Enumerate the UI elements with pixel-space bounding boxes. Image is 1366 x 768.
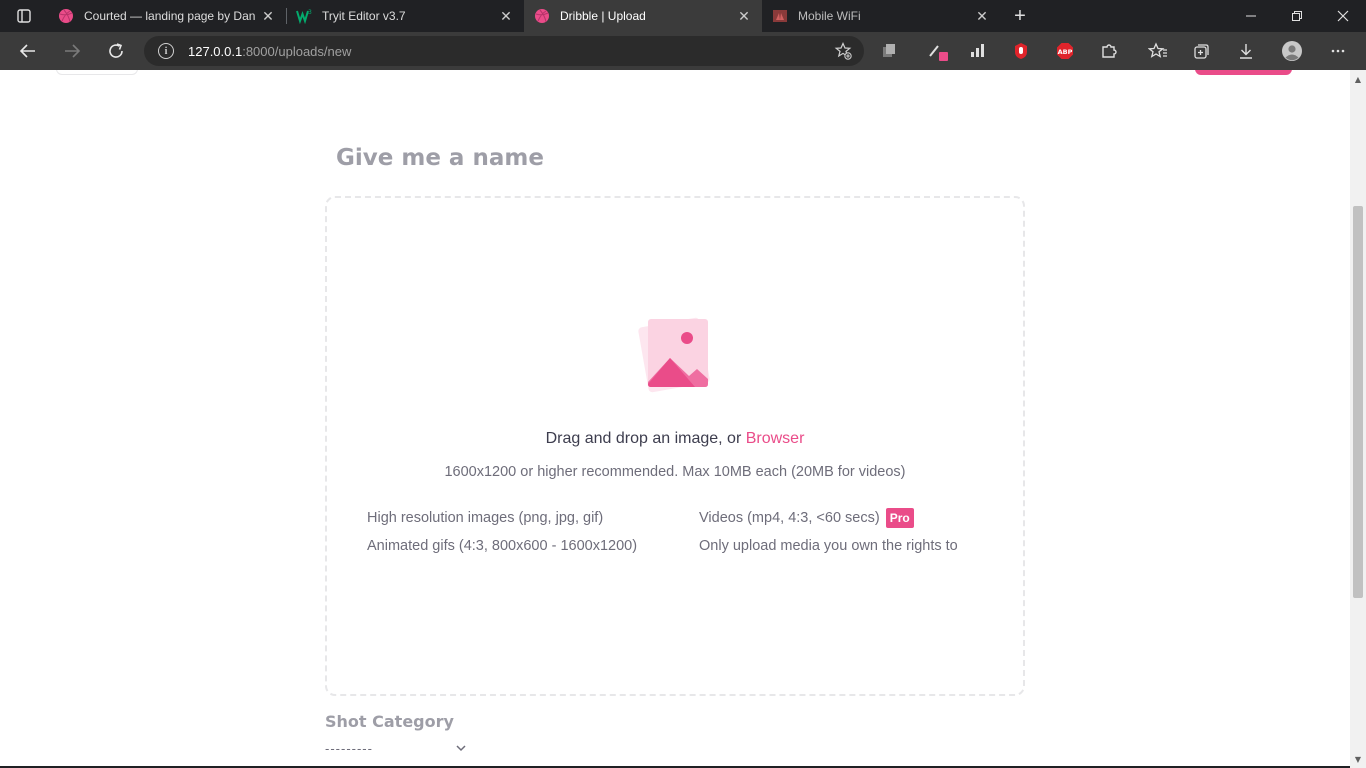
adblock-plus-icon[interactable]: ABP [1050, 32, 1080, 70]
chevron-down-icon [456, 745, 466, 752]
close-icon[interactable]: ✕ [974, 8, 990, 24]
close-icon[interactable]: ✕ [498, 8, 514, 24]
collections-extension-icon[interactable] [874, 32, 904, 70]
shot-category-label: Shot Category [325, 712, 454, 731]
requirement-item: High resolution images (png, jpg, gif) [367, 510, 604, 526]
downloads-icon[interactable] [1231, 32, 1261, 70]
collections-icon[interactable] [1187, 32, 1217, 70]
minimize-icon [1246, 15, 1256, 17]
add-favorite-icon[interactable] [834, 42, 852, 64]
scroll-up-arrow-icon[interactable]: ▲ [1350, 72, 1366, 86]
tab-title: Tryit Editor v3.7 [322, 9, 406, 23]
browser-tab-tryit[interactable]: 3 Tryit Editor v3.7 ✕ [286, 0, 524, 32]
shot-category-select[interactable]: --------- [325, 738, 467, 758]
more-options-icon[interactable] [1323, 32, 1353, 70]
huawei-icon [772, 8, 788, 24]
back-button[interactable] [6, 32, 50, 70]
browser-tab-upload[interactable]: Dribble | Upload ✕ [524, 0, 762, 32]
header-continue-button[interactable] [1195, 70, 1292, 75]
dropzone-text: Drag and drop an image, or [545, 430, 746, 447]
restore-button[interactable] [1274, 0, 1320, 32]
w3schools-icon: 3 [296, 8, 312, 24]
dropzone-recommendation: 1600x1200 or higher recommended. Max 10M… [444, 464, 906, 480]
minimize-button[interactable] [1228, 0, 1274, 32]
signal-extension-icon[interactable] [962, 32, 992, 70]
url-text: 127.0.0.1:8000/uploads/new [188, 44, 351, 59]
shot-category-value: --------- [325, 740, 373, 756]
close-window-button[interactable] [1320, 0, 1366, 32]
browser-tab-mobile-wifi[interactable]: Mobile WiFi ✕ [762, 0, 1000, 32]
tab-actions-button[interactable] [0, 0, 48, 32]
requirement-item-videos: Videos (mp4, 4:3, <60 secs) Pro [699, 508, 979, 529]
media-dropzone[interactable]: Drag and drop an image, or Browser 1600x… [325, 196, 1025, 696]
favorites-icon[interactable] [1143, 32, 1173, 70]
extensions-puzzle-icon[interactable] [1094, 32, 1124, 70]
tab-title: Mobile WiFi [798, 9, 861, 23]
close-icon [1337, 10, 1349, 22]
url-host: 127.0.0.1 [188, 43, 243, 59]
browse-link[interactable]: Browser [746, 430, 805, 447]
dribbble-icon [58, 8, 74, 24]
close-icon[interactable]: ✕ [260, 8, 276, 24]
requirement-text: Videos (mp4, 4:3, <60 secs) [699, 510, 880, 526]
browser-tab-courted[interactable]: Courted — landing page by Dan ✕ [48, 0, 286, 32]
svg-text:3: 3 [308, 9, 312, 16]
close-icon[interactable]: ✕ [736, 8, 752, 24]
scroll-down-arrow-icon[interactable]: ▼ [1350, 752, 1366, 766]
window-controls [1228, 0, 1366, 32]
tab-title: Dribble | Upload [560, 9, 646, 23]
restore-icon [1292, 11, 1302, 21]
dropzone-requirements-right: Videos (mp4, 4:3, <60 secs) Pro Only upl… [699, 508, 979, 564]
shot-name-input[interactable] [336, 138, 1016, 178]
page-content: Drag and drop an image, or Browser 1600x… [0, 70, 1350, 768]
reload-icon [109, 43, 123, 58]
stop-hand-extension-icon[interactable] [1006, 32, 1036, 70]
dribbble-icon [534, 8, 550, 24]
requirement-item: Only upload media you own the rights to [699, 538, 958, 555]
tab-actions-icon [17, 9, 31, 23]
requirement-item: Animated gifs (4:3, 800x600 - 1600x1200) [367, 538, 638, 554]
page-scrollbar[interactable]: ▲ ▼ [1350, 70, 1366, 768]
url-path: :8000/uploads/new [242, 43, 352, 59]
reload-button[interactable] [94, 32, 138, 70]
header-cancel-button[interactable] [56, 70, 138, 75]
image-placeholder-icon [637, 314, 717, 394]
profile-avatar-icon[interactable] [1277, 32, 1307, 70]
arrow-right-icon [65, 44, 81, 58]
tab-title: Courted — landing page by Dan [84, 9, 256, 23]
dropzone-instruction: Drag and drop an image, or Browser [327, 430, 1023, 448]
scrollbar-thumb[interactable] [1353, 206, 1363, 598]
pro-badge: Pro [885, 508, 914, 529]
plus-icon: + [1014, 4, 1026, 27]
address-bar[interactable]: i 127.0.0.1:8000/uploads/new [144, 36, 864, 66]
browser-tab-bar: Courted — landing page by Dan ✕ 3 Tryit … [0, 0, 1366, 32]
info-icon[interactable]: i [158, 43, 174, 59]
new-tab-button[interactable]: + [1000, 0, 1040, 32]
dropzone-requirements-left: High resolution images (png, jpg, gif) A… [367, 508, 667, 564]
forward-button[interactable] [50, 32, 94, 70]
arrow-left-icon [19, 44, 35, 58]
color-picker-extension-icon[interactable] [922, 32, 952, 70]
svg-text:ABP: ABP [1058, 48, 1073, 56]
